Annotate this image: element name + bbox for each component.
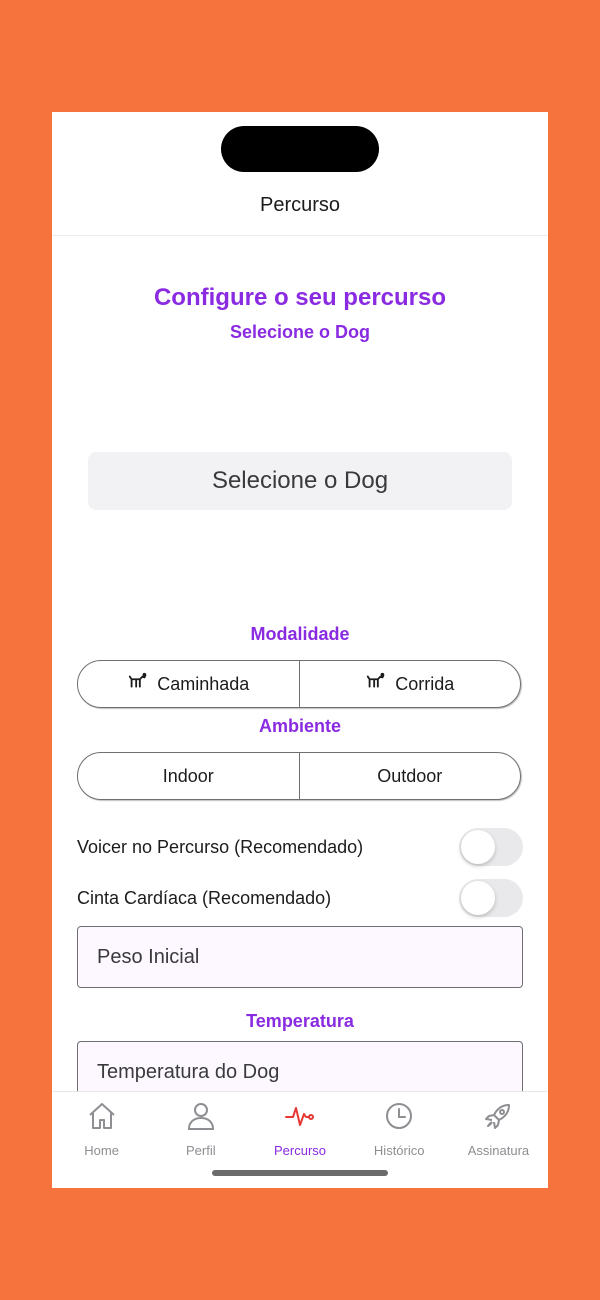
ambiente-option-outdoor[interactable]: Outdoor: [298, 753, 521, 799]
heartbeat-icon: [284, 1100, 316, 1137]
peso-inicial-input[interactable]: [77, 926, 523, 988]
modalidade-option-label: Corrida: [395, 673, 455, 694]
nav-divider: [52, 235, 548, 236]
dynamic-island: [221, 126, 379, 172]
clock-icon: [383, 1100, 415, 1137]
tab-assinatura[interactable]: Assinatura: [449, 1092, 548, 1188]
select-dog-button[interactable]: Selecione o Dog: [88, 452, 512, 510]
tab-label: Assinatura: [467, 1143, 530, 1158]
person-icon: [185, 1100, 217, 1137]
cinta-toggle[interactable]: [459, 879, 523, 917]
voicer-toggle-label: Voicer no Percurso (Recomendado): [77, 836, 364, 857]
rocket-icon: [482, 1100, 514, 1137]
dog-run-icon: [365, 671, 387, 698]
toggle-knob: [461, 881, 495, 915]
voicer-toggle-row: Voicer no Percurso (Recomendado): [77, 827, 523, 867]
ambiente-option-label: Outdoor: [377, 765, 443, 786]
cinta-toggle-label: Cinta Cardíaca (Recomendado): [77, 887, 332, 908]
tab-label: Percurso: [273, 1143, 327, 1158]
modalidade-option-caminhada[interactable]: Caminhada: [78, 661, 299, 707]
modalidade-option-label: Caminhada: [157, 673, 250, 694]
modalidade-label: Modalidade: [250, 624, 350, 644]
page-title: Configure o seu percurso: [153, 284, 447, 311]
home-icon: [86, 1100, 118, 1137]
tab-home[interactable]: Home: [52, 1092, 151, 1188]
home-indicator: [212, 1170, 388, 1176]
tab-label: Home: [84, 1143, 119, 1158]
phone-screen: Percurso Configure o seu percurso Seleci…: [52, 112, 548, 1188]
voicer-toggle[interactable]: [459, 828, 523, 866]
modalidade-option-corrida[interactable]: Corrida: [298, 661, 521, 707]
dog-walk-icon: [127, 671, 149, 698]
tab-label: Perfil: [185, 1143, 216, 1158]
page-subtitle: Selecione o Dog: [229, 322, 371, 342]
ambiente-option-label: Indoor: [162, 765, 214, 786]
modalidade-segmented-control: Caminhada Corrida: [77, 660, 521, 708]
temperatura-label: Temperatura: [246, 1011, 354, 1031]
tab-label: Histórico: [373, 1143, 425, 1158]
ambiente-segmented-control: Indoor Outdoor: [77, 752, 521, 800]
ambiente-label: Ambiente: [258, 716, 341, 736]
toggle-knob: [461, 830, 495, 864]
cinta-toggle-row: Cinta Cardíaca (Recomendado): [77, 878, 523, 918]
ambiente-option-indoor[interactable]: Indoor: [78, 753, 299, 799]
nav-title: Percurso: [259, 194, 341, 216]
